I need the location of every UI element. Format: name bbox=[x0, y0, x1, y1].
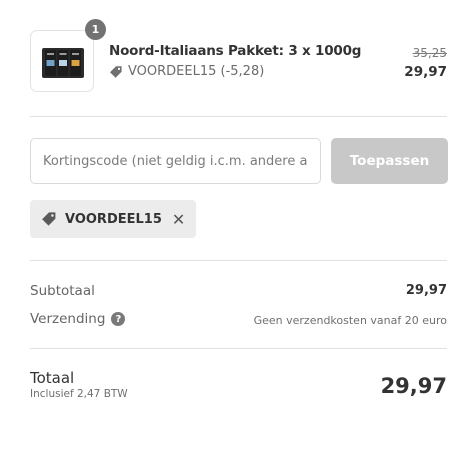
total-amount: 29,97 bbox=[380, 374, 447, 398]
shipping-label: Verzending bbox=[30, 311, 106, 327]
price-current: 29,97 bbox=[404, 64, 447, 80]
tag-icon bbox=[110, 65, 122, 78]
applied-discount-code: VOORDEEL15 bbox=[65, 211, 162, 227]
coffee-bags-image bbox=[42, 48, 84, 78]
total-label: Totaal bbox=[30, 369, 75, 387]
order-summary: 1 Noord-Italiaans Pakket: 3 x 1000g VOOR… bbox=[0, 0, 475, 456]
divider bbox=[30, 116, 447, 117]
tax-note: Inclusief 2,47 BTW bbox=[30, 388, 128, 400]
product-thumbnail bbox=[30, 30, 94, 92]
product-discount: VOORDEEL15 (-5,28) bbox=[109, 64, 264, 79]
quantity-badge: 1 bbox=[85, 19, 106, 40]
divider bbox=[30, 260, 447, 261]
price-original: 35,25 bbox=[412, 46, 447, 60]
discount-code-input[interactable] bbox=[30, 138, 321, 184]
product-discount-label: VOORDEEL15 (-5,28) bbox=[128, 64, 265, 79]
apply-button[interactable]: Toepassen bbox=[331, 138, 448, 184]
close-icon[interactable]: ✕ bbox=[172, 210, 185, 229]
applied-discount-tag: VOORDEEL15 ✕ bbox=[30, 200, 197, 238]
shipping-value: Geen verzendkosten vanaf 20 euro bbox=[253, 314, 447, 327]
product-name: Noord-Italiaans Pakket: 3 x 1000g bbox=[109, 43, 362, 59]
shipping-row-label: Verzending? bbox=[30, 311, 126, 327]
subtotal-label: Subtotaal bbox=[30, 283, 95, 299]
subtotal-value: 29,97 bbox=[405, 283, 447, 298]
divider bbox=[30, 348, 447, 349]
help-icon[interactable]: ? bbox=[111, 312, 126, 326]
tag-icon bbox=[42, 212, 56, 226]
